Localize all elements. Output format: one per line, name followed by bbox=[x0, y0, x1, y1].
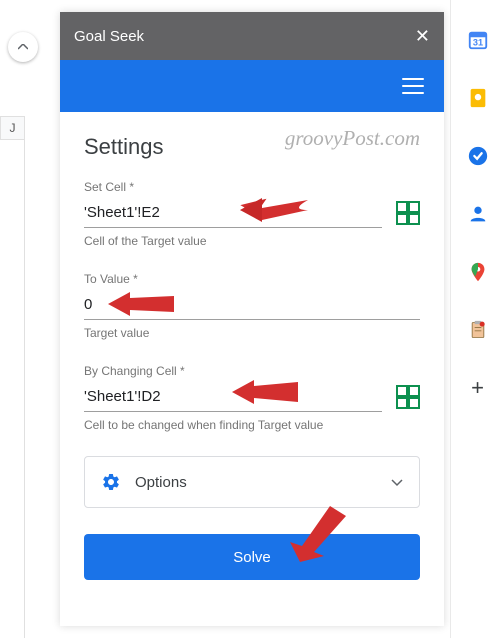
side-rail: 31 + bbox=[450, 0, 504, 638]
clipboard-icon[interactable] bbox=[466, 318, 490, 342]
tasks-icon[interactable] bbox=[466, 144, 490, 168]
set-cell-helper: Cell of the Target value bbox=[84, 234, 420, 248]
gear-icon bbox=[101, 472, 121, 492]
chevron-up-icon bbox=[18, 44, 28, 50]
add-icon[interactable]: + bbox=[466, 376, 490, 400]
svg-text:31: 31 bbox=[472, 38, 482, 48]
maps-icon[interactable] bbox=[466, 260, 490, 284]
watermark-text: groovyPost.com bbox=[285, 126, 420, 151]
contacts-icon[interactable] bbox=[466, 202, 490, 226]
by-changing-label: By Changing Cell * bbox=[84, 364, 420, 378]
set-cell-label: Set Cell * bbox=[84, 180, 420, 194]
goal-seek-panel: Goal Seek ✕ groovyPost.com Settings Set … bbox=[60, 12, 444, 626]
panel-titlebar: Goal Seek ✕ bbox=[60, 12, 444, 60]
hamburger-menu-icon[interactable] bbox=[402, 78, 424, 94]
panel-title: Goal Seek bbox=[74, 28, 144, 45]
cell-picker-icon[interactable] bbox=[396, 385, 420, 409]
collapse-toggle[interactable] bbox=[8, 32, 38, 62]
chevron-down-icon bbox=[391, 474, 403, 490]
options-label: Options bbox=[135, 474, 187, 491]
set-cell-input[interactable] bbox=[84, 198, 382, 228]
keep-icon[interactable] bbox=[466, 86, 490, 110]
cell-picker-icon[interactable] bbox=[396, 201, 420, 225]
panel-toolbar bbox=[60, 60, 444, 112]
spreadsheet-column[interactable] bbox=[0, 140, 25, 638]
calendar-icon[interactable]: 31 bbox=[466, 28, 490, 52]
to-value-label: To Value * bbox=[84, 272, 420, 286]
options-expander[interactable]: Options bbox=[84, 456, 420, 508]
column-header[interactable]: J bbox=[0, 116, 25, 140]
by-changing-input[interactable] bbox=[84, 382, 382, 412]
close-icon[interactable]: ✕ bbox=[415, 26, 430, 47]
to-value-input[interactable] bbox=[84, 290, 420, 320]
to-value-helper: Target value bbox=[84, 326, 420, 340]
solve-button[interactable]: Solve bbox=[84, 534, 420, 580]
by-changing-helper: Cell to be changed when finding Target v… bbox=[84, 418, 420, 432]
